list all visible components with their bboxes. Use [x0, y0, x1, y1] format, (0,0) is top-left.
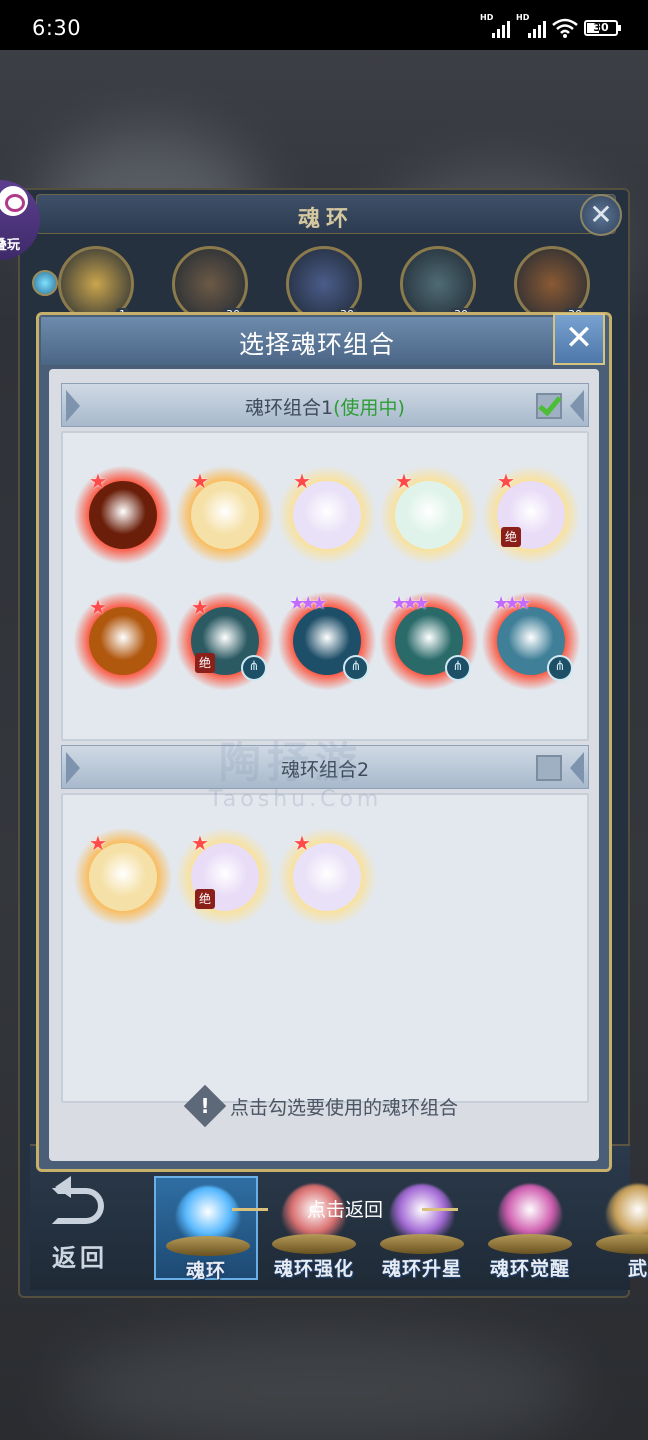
group2-rings-panel: ★ ★ 绝 ★ [61, 793, 589, 1103]
purple-claw-ring[interactable]: ★ 绝 [481, 465, 581, 565]
star-icon: ★★★ [493, 593, 531, 614]
tab-label: 魂环强化 [273, 1258, 354, 1280]
status-icons: HD HD 30 [480, 13, 621, 38]
window-close-button[interactable]: ✕ [580, 194, 622, 236]
claw-badge-icon: ⋔ [547, 655, 573, 681]
group2-checkbox[interactable] [536, 755, 562, 781]
watermark-sub: Taoshu.Com [209, 787, 383, 812]
star-icon: ★ [89, 595, 107, 619]
hint-row: ! 点击勾选要使用的魂环组合 [49, 1084, 599, 1131]
claw-badge-icon: ⋔ [445, 655, 471, 681]
character-portrait[interactable]: 30 [400, 246, 476, 322]
tab-label: 魂环升星 [381, 1258, 462, 1280]
orange-dragon-ring[interactable]: ★ [73, 591, 173, 691]
character-portrait[interactable]: 30 [172, 246, 248, 322]
star-icon: ★ [89, 831, 107, 855]
golden-dragon-ring[interactable]: ★ [175, 465, 275, 565]
assistant-label: 叠玩 [0, 238, 21, 253]
claw-badge-icon: ⋔ [343, 655, 369, 681]
character-portrait[interactable]: 30 [286, 246, 362, 322]
exclamation-icon: ! [183, 1084, 227, 1128]
jue-badge: 绝 [501, 527, 521, 547]
group1-rings-panel: ★ ★ ★ ★ ★ 绝 ★ ★ 绝 ⋔ ★★★ ⋔ ★★★ ⋔ ★★★ ⋔ [61, 431, 589, 741]
star-icon: ★ [293, 831, 311, 855]
battery-icon: 30 [584, 20, 621, 36]
pedestal [272, 1234, 356, 1254]
window-title-bar: 魂环 [36, 194, 616, 234]
wifi-icon [552, 18, 578, 38]
golden-dragon-ring[interactable]: ★ [73, 827, 173, 927]
character-portrait[interactable]: 1 [58, 246, 134, 322]
gem-icon [32, 270, 58, 296]
star-icon: ★★★ [391, 593, 429, 614]
ice-claw-ring[interactable]: ★★★ ⋔ [481, 591, 581, 691]
star-icon: ★ [191, 595, 209, 619]
dialog-header: 选择魂环组合 [41, 317, 593, 365]
select-ring-combo-dialog: 选择魂环组合 ✕ 魂环组合1(使用中) ★ ★ ★ ★ ★ 绝 ★ ★ 绝 ⋔ ★★★ ⋔ ★★★ ⋔ ★★… [36, 312, 612, 1172]
tab-4[interactable]: 魂环觉醒 [478, 1176, 582, 1280]
signal-icon-2: HD [516, 13, 546, 38]
status-time: 6:30 [32, 16, 82, 40]
pedestal [596, 1234, 648, 1254]
claw-badge-icon: ⋔ [241, 655, 267, 681]
group1-header[interactable]: 魂环组合1(使用中) [61, 383, 589, 427]
star-icon: ★ [191, 831, 209, 855]
cyan-beast-ring[interactable]: ★★★ ⋔ [277, 591, 377, 691]
tab-1[interactable]: 魂环 [154, 1176, 258, 1282]
star-icon: ★ [191, 469, 209, 493]
tooltip-click-back: 点击返回 [232, 1194, 458, 1226]
pedestal [380, 1234, 464, 1254]
green-bird-ring[interactable]: ★ [379, 465, 479, 565]
tab-2[interactable]: 魂环强化 [262, 1176, 366, 1280]
fire-ring[interactable]: ★ [73, 465, 173, 565]
back-button[interactable]: 返回 [40, 1176, 130, 1280]
game-screen: 6:30 HD HD 30 魂环 ✕ 返回 魂环 魂环强化 魂环升星 魂环觉醒 … [0, 0, 648, 1440]
pedestal [488, 1234, 572, 1254]
group1-title: 魂环组合1(使用中) [245, 397, 405, 419]
purple-lightning-ring[interactable]: ★ [277, 465, 377, 565]
assistant-logo-icon [0, 186, 28, 216]
tab-5[interactable]: 武 [586, 1176, 648, 1280]
tab-3[interactable]: 魂环升星 [370, 1176, 474, 1280]
purple-lightning-ring[interactable]: ★ [277, 827, 377, 927]
cyan-swordsman-ring[interactable]: ★★★ ⋔ [379, 591, 479, 691]
checkmark-icon [538, 391, 562, 417]
star-icon: ★ [497, 469, 515, 493]
tab-label: 魂环 [185, 1260, 226, 1282]
dialog-close-button[interactable]: ✕ [553, 313, 605, 365]
pedestal [166, 1236, 250, 1256]
tab-label: 武 [627, 1258, 648, 1280]
group1-checkbox[interactable] [536, 391, 562, 419]
star-icon: ★ [89, 469, 107, 493]
signal-icon: HD [480, 13, 510, 38]
jue-badge: 绝 [195, 653, 215, 673]
status-bar: 6:30 HD HD 30 [0, 0, 648, 50]
hint-text: 点击勾选要使用的魂环组合 [229, 1096, 458, 1119]
dialog-title: 选择魂环组合 [238, 330, 395, 359]
purple-claw-ring[interactable]: ★ 绝 [175, 827, 275, 927]
character-portrait[interactable]: 30 [514, 246, 590, 322]
tab-label: 魂环觉醒 [489, 1258, 570, 1280]
star-icon: ★ [395, 469, 413, 493]
group1-state: (使用中) [333, 397, 405, 419]
green-tree-ring[interactable]: ★ 绝 ⋔ [175, 591, 275, 691]
back-arrow-icon [52, 1176, 104, 1224]
window-title: 魂环 [297, 207, 354, 232]
back-label: 返回 [52, 1244, 108, 1272]
watermark: 陶抒游 [219, 738, 364, 787]
star-icon: ★★★ [289, 593, 327, 614]
jue-badge: 绝 [195, 889, 215, 909]
dialog-body: 魂环组合1(使用中) ★ ★ ★ ★ ★ 绝 ★ ★ 绝 ⋔ ★★★ ⋔ ★★★ ⋔ ★★★ ⋔ 魂环组合2 … [49, 369, 599, 1161]
star-icon: ★ [293, 469, 311, 493]
